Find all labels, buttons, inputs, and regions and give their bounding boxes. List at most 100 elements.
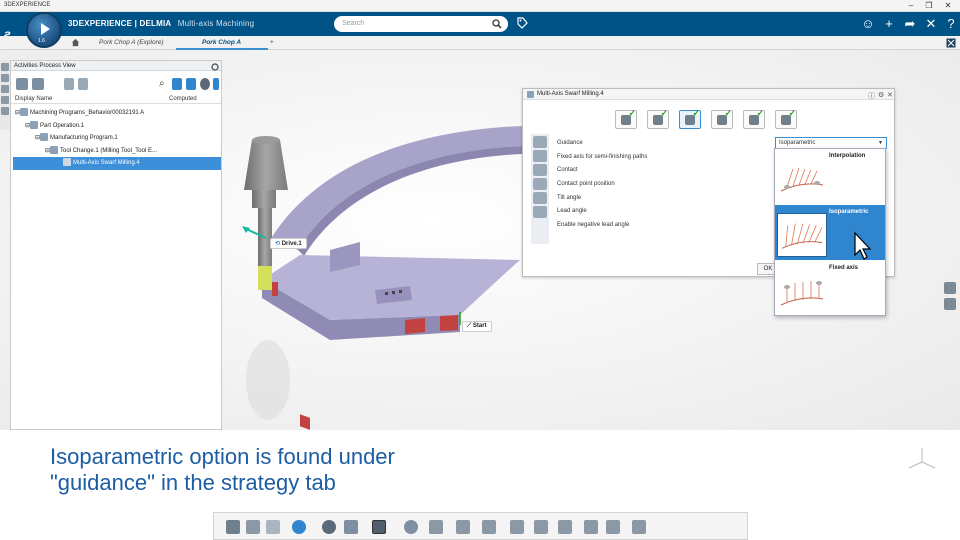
compass-widget[interactable]: 1.6 [26, 12, 62, 48]
close-window-button[interactable]: ✕ [937, 0, 959, 12]
book-icon[interactable] [344, 520, 358, 534]
tree-row-swarf-milling[interactable]: Multi-Axis Swarf Milling.4 [13, 157, 221, 170]
sort-icon[interactable] [64, 78, 74, 90]
isoparametric-thumbnail [777, 213, 827, 257]
tree-view-icon[interactable] [16, 78, 28, 90]
info-icon[interactable] [213, 78, 219, 90]
contact-icon[interactable] [533, 150, 547, 162]
column-display-name[interactable]: Display Name [15, 96, 52, 102]
right-panel-icon[interactable] [944, 282, 956, 294]
tree-column-headers: Display Name Computed [11, 94, 221, 104]
tree-expand-icon[interactable] [32, 78, 44, 90]
check-icon: ✓ [788, 108, 796, 118]
simulate-icon[interactable] [632, 520, 646, 534]
swarf-op-icon[interactable] [584, 520, 598, 534]
list-icon[interactable] [533, 206, 547, 218]
tool-change-icon[interactable] [78, 78, 88, 90]
fullscreen-icon[interactable] [946, 38, 956, 48]
option-interpolation[interactable]: Interpolation [775, 149, 885, 204]
tab-pork-chop-explore[interactable]: Pork Chop A (Explore) [99, 39, 164, 46]
settings-icon[interactable] [1, 96, 9, 104]
mouse-cursor-icon [854, 231, 872, 260]
tree-row-machining-programs[interactable]: ⊟ Machining Programs_Behavior00032191 A [11, 107, 221, 120]
surface-op-icon[interactable] [558, 520, 572, 534]
drilling-op-icon[interactable] [482, 520, 496, 534]
contouring-icon[interactable] [534, 520, 548, 534]
drive-label-text: Drive.1 [281, 241, 302, 247]
tool-change-icon [50, 145, 59, 154]
tree-row-part-operation[interactable]: ⊟ Part Operation.1 [11, 120, 221, 133]
tree-row-label: Multi-Axis Swarf Milling.4 [73, 160, 140, 166]
chevron-down-icon: ▼ [878, 140, 883, 146]
add-icon[interactable]: + [881, 16, 897, 32]
start-arrow-icon: ⟋ [467, 323, 472, 329]
check-icon: ✓ [692, 108, 700, 118]
tab-geometry[interactable]: ✓ [615, 108, 637, 129]
app-name: Multi-axis Machining [177, 19, 255, 28]
tree-row-tool-change[interactable]: ⊟ Tool Change.1 (Milling Tool_Tool E... [11, 145, 221, 158]
axis-triad-icon[interactable] [905, 444, 939, 474]
start-label-text: Start [472, 323, 487, 329]
tab-speeds[interactable]: ✓ [775, 108, 797, 129]
tree-row-label: Machining Programs_Behavior00032191 A [30, 110, 145, 116]
pocketing-icon[interactable] [510, 520, 524, 534]
left-vertical-toolbar [0, 60, 10, 130]
check-icon: ✓ [660, 108, 668, 118]
tilt-angle-icon[interactable] [533, 178, 547, 190]
tab-strategy[interactable]: ✓ [679, 108, 701, 129]
home-icon[interactable] [71, 38, 80, 47]
tab-feeds[interactable]: ✓ [743, 108, 765, 129]
tab-pork-chop-a[interactable]: Pork Chop A [202, 39, 241, 46]
tab-macros[interactable]: ✓ [711, 108, 733, 129]
gear-icon[interactable] [200, 78, 210, 90]
layers-icon[interactable] [1, 85, 9, 93]
zoom-icon[interactable] [322, 520, 336, 534]
milling-op-icon[interactable] [456, 520, 470, 534]
user-icon[interactable]: ☺ [860, 16, 876, 32]
program-icon[interactable] [429, 520, 443, 534]
tree-row-manufacturing-program[interactable]: ⊟ Manufacturing Program.1 [11, 132, 221, 145]
list-icon[interactable] [1, 107, 9, 115]
start-label[interactable]: ⟋ Start [462, 321, 492, 332]
drive-label[interactable]: ⟲ Drive.1 [270, 238, 307, 249]
copy-icon[interactable] [246, 520, 260, 534]
share-icon[interactable]: ➦ [902, 16, 918, 32]
lead-angle-icon[interactable] [533, 192, 547, 204]
tool-path-icon[interactable] [606, 520, 620, 534]
tree-toggle-icon[interactable] [1, 63, 9, 71]
option-label: Interpolation [829, 153, 866, 159]
close-icon[interactable]: ✕ [887, 91, 893, 99]
search-icon[interactable] [492, 19, 502, 29]
help-icon[interactable]: ? [943, 16, 959, 32]
column-computed[interactable]: Computed [169, 96, 197, 102]
tag-icon[interactable] [516, 16, 528, 30]
panel-settings-icon[interactable] [211, 63, 219, 71]
param-tilt-angle: Tilt angle [557, 195, 582, 201]
param-contact-point: Contact point position [557, 181, 615, 187]
compute-icon[interactable] [186, 78, 196, 90]
tree-row-label: Tool Change.1 (Milling Tool_Tool E... [60, 147, 157, 154]
search-tree-icon[interactable]: ⌕ [159, 78, 165, 90]
right-panel-icon-2[interactable] [944, 298, 956, 310]
compass-version: 1.6 [38, 38, 45, 44]
option-fixed-axis[interactable]: Fixed axis [775, 261, 885, 316]
guidance-icon[interactable] [533, 136, 547, 148]
paste-icon[interactable] [266, 520, 280, 534]
option-isoparametric[interactable]: Isoparametric [775, 205, 885, 260]
tab-tool[interactable]: ✓ [647, 108, 669, 129]
cut-icon[interactable] [226, 520, 240, 534]
filter-icon[interactable] [1, 74, 9, 82]
filter-tree-icon[interactable] [172, 78, 182, 90]
new-tab-button[interactable]: + [270, 39, 274, 46]
search-input[interactable]: Search [334, 16, 508, 32]
part-operation-icon[interactable] [404, 520, 418, 534]
select-icon[interactable] [372, 520, 386, 534]
info-icon[interactable]: ⓘ [868, 91, 875, 101]
tools-icon[interactable]: ✕ [923, 16, 939, 32]
gear-icon[interactable]: ⚙ [878, 91, 884, 99]
guidance-dropdown: Interpolation Isoparametric Fixed axis [774, 148, 886, 316]
part-operation-icon [30, 120, 39, 129]
undo-icon[interactable] [292, 520, 306, 534]
check-icon: ✓ [756, 108, 764, 118]
contact-point-icon[interactable] [533, 164, 547, 176]
